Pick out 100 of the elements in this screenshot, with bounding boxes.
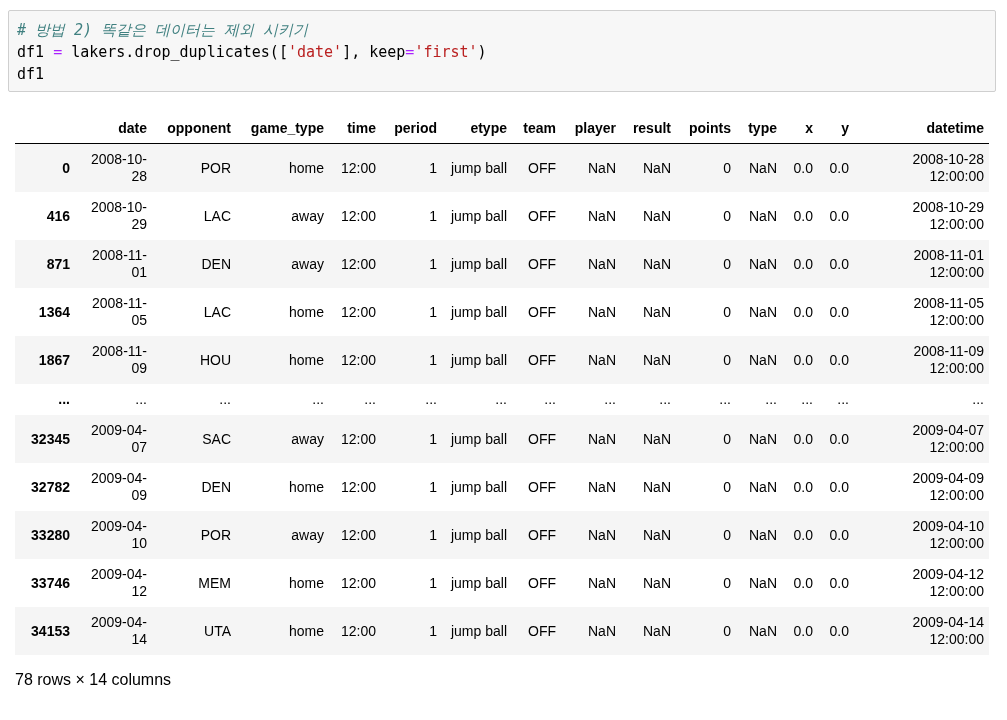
table-cell: MEM bbox=[152, 559, 236, 607]
table-cell: OFF bbox=[512, 559, 561, 607]
table-cell: away bbox=[236, 192, 329, 240]
table-cell: ... bbox=[854, 384, 989, 415]
table-cell: 12:00 bbox=[329, 415, 381, 463]
code-cell[interactable]: # 방법 2) 똑같은 데이터는 제외 시키기 df1 = lakers.drop_duplicates(['date'], keep='first') df1 bbox=[8, 10, 996, 92]
table-cell: 2009-04-14 12:00:00 bbox=[854, 607, 989, 655]
table-cell: NaN bbox=[621, 607, 676, 655]
table-cell: 0.0 bbox=[818, 192, 854, 240]
table-cell: ... bbox=[381, 384, 442, 415]
table-cell: ... bbox=[621, 384, 676, 415]
table-cell: 0.0 bbox=[782, 559, 818, 607]
table-cell: LAC bbox=[152, 288, 236, 336]
table-cell: 1 bbox=[381, 415, 442, 463]
table-cell: NaN bbox=[736, 559, 782, 607]
column-header: points bbox=[676, 114, 736, 144]
table-cell: 1 bbox=[381, 143, 442, 192]
table-cell: 0 bbox=[676, 607, 736, 655]
row-index: 32782 bbox=[15, 463, 75, 511]
table-cell: 0.0 bbox=[782, 288, 818, 336]
table-cell: away bbox=[236, 240, 329, 288]
table-cell: 0.0 bbox=[782, 336, 818, 384]
column-header: datetime bbox=[854, 114, 989, 144]
table-cell: UTA bbox=[152, 607, 236, 655]
table-cell: 2009-04-10 12:00:00 bbox=[854, 511, 989, 559]
table-cell: OFF bbox=[512, 288, 561, 336]
table-cell: 0 bbox=[676, 415, 736, 463]
table-cell: NaN bbox=[561, 336, 621, 384]
table-cell: 2009-04-10 bbox=[75, 511, 152, 559]
table-cell: OFF bbox=[512, 607, 561, 655]
code-line: df1 = lakers.drop_duplicates(['date'], keep='first') bbox=[17, 42, 488, 63]
table-cell: NaN bbox=[561, 288, 621, 336]
table-cell: 1 bbox=[381, 607, 442, 655]
table-cell: 0.0 bbox=[818, 463, 854, 511]
table-cell: LAC bbox=[152, 192, 236, 240]
column-header: y bbox=[818, 114, 854, 144]
column-header: x bbox=[782, 114, 818, 144]
table-cell: NaN bbox=[621, 336, 676, 384]
code-line: # 방법 2) 똑같은 데이터는 제외 시키기 bbox=[17, 20, 310, 41]
table-cell: 0 bbox=[676, 463, 736, 511]
table-cell: 0.0 bbox=[818, 559, 854, 607]
table-cell: NaN bbox=[621, 288, 676, 336]
table-cell: 0 bbox=[676, 240, 736, 288]
table-cell: ... bbox=[236, 384, 329, 415]
row-index: 34153 bbox=[15, 607, 75, 655]
row-index: 0 bbox=[15, 143, 75, 192]
table-cell: ... bbox=[152, 384, 236, 415]
table-cell: NaN bbox=[736, 143, 782, 192]
table-cell: ... bbox=[561, 384, 621, 415]
table-cell: 2008-10-29 bbox=[75, 192, 152, 240]
table-cell: 12:00 bbox=[329, 336, 381, 384]
table-cell: ... bbox=[329, 384, 381, 415]
table-cell: 1 bbox=[381, 463, 442, 511]
table-cell: 0 bbox=[676, 288, 736, 336]
column-header: etype bbox=[442, 114, 512, 144]
table-cell: jump ball bbox=[442, 143, 512, 192]
table-cell: 2009-04-07 bbox=[75, 415, 152, 463]
table-cell: OFF bbox=[512, 463, 561, 511]
row-index: 416 bbox=[15, 192, 75, 240]
table-summary: 78 rows × 14 columns bbox=[15, 671, 173, 689]
table-cell: away bbox=[236, 415, 329, 463]
table-cell: jump ball bbox=[442, 336, 512, 384]
table-cell: 0.0 bbox=[782, 240, 818, 288]
table-cell: NaN bbox=[736, 336, 782, 384]
table-cell: NaN bbox=[736, 240, 782, 288]
table-cell: 2008-11-01 12:00:00 bbox=[854, 240, 989, 288]
table-cell: OFF bbox=[512, 415, 561, 463]
table-cell: NaN bbox=[736, 511, 782, 559]
table-cell: 0.0 bbox=[818, 288, 854, 336]
table-cell: 12:00 bbox=[329, 192, 381, 240]
table-cell: 0 bbox=[676, 143, 736, 192]
table-cell: 12:00 bbox=[329, 288, 381, 336]
table-cell: NaN bbox=[561, 192, 621, 240]
table-cell: home bbox=[236, 336, 329, 384]
table-cell: ... bbox=[782, 384, 818, 415]
row-index: 1364 bbox=[15, 288, 75, 336]
table-cell: NaN bbox=[561, 240, 621, 288]
table-cell: 12:00 bbox=[329, 511, 381, 559]
table-cell: NaN bbox=[621, 559, 676, 607]
table-cell: 12:00 bbox=[329, 240, 381, 288]
table-cell: 2009-04-09 bbox=[75, 463, 152, 511]
table-cell: OFF bbox=[512, 336, 561, 384]
table-cell: 2008-11-05 12:00:00 bbox=[854, 288, 989, 336]
table-cell: jump ball bbox=[442, 240, 512, 288]
table-cell: jump ball bbox=[442, 559, 512, 607]
table-cell: home bbox=[236, 288, 329, 336]
table-cell: 0.0 bbox=[782, 511, 818, 559]
table-cell: 0.0 bbox=[782, 463, 818, 511]
table-cell: jump ball bbox=[442, 415, 512, 463]
table-cell: NaN bbox=[736, 288, 782, 336]
table-cell: home bbox=[236, 463, 329, 511]
table-cell: ... bbox=[676, 384, 736, 415]
row-index: 32345 bbox=[15, 415, 75, 463]
table-cell: jump ball bbox=[442, 463, 512, 511]
table-cell: NaN bbox=[621, 463, 676, 511]
table-cell: 12:00 bbox=[329, 607, 381, 655]
table-cell: home bbox=[236, 143, 329, 192]
table-cell: 12:00 bbox=[329, 143, 381, 192]
column-header: team bbox=[512, 114, 561, 144]
table-cell: NaN bbox=[561, 607, 621, 655]
